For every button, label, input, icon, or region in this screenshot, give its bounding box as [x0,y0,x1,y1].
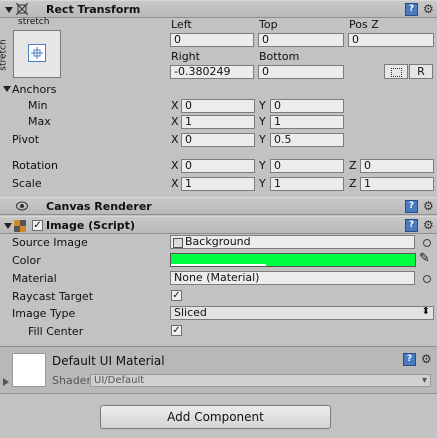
object-picker-icon[interactable] [423,239,431,247]
scale-y-field[interactable]: 1 [270,177,344,191]
pivot-x-field[interactable]: 0 [181,133,255,147]
fill-center-checkbox[interactable]: ✓ [171,325,182,336]
canvas-renderer-title: Canvas Renderer [46,200,152,213]
blueprint-mode-button[interactable] [384,64,408,79]
canvas-renderer-icon [16,201,28,211]
image-type-dropdown[interactable]: Sliced ⬍ [170,306,434,320]
rotation-y-axis-label: Y [259,159,266,172]
material-section: Default UI Material Shader UI/Default ▾ … [0,347,437,394]
object-picker-icon[interactable] [423,275,431,283]
scale-z-axis-label: Z [349,177,357,190]
material-fold-arrow-icon[interactable] [3,378,9,386]
component-enabled-checkbox[interactable]: ✓ [32,220,43,231]
fill-center-label: Fill Center [28,325,84,338]
material-field[interactable]: None (Material) [170,271,415,285]
anchor-preset-icon [28,44,46,62]
max-y-field[interactable]: 1 [270,115,344,129]
anchors-fold-icon[interactable] [3,86,11,92]
image-type-label: Image Type [12,307,76,320]
posz-field[interactable]: 0 [348,33,434,47]
raycast-target-label: Raycast Target [12,290,94,303]
raw-edit-button[interactable]: R [409,64,433,79]
anchor-preset-button[interactable] [13,30,61,78]
scale-y-axis-label: Y [259,177,266,190]
gear-icon[interactable]: ⚙ [423,200,434,212]
left-label: Left [171,18,192,31]
gear-icon[interactable]: ⚙ [423,219,434,231]
pivot-y-field[interactable]: 0.5 [270,133,344,147]
rect-transform-icon [15,2,29,16]
scale-z-field[interactable]: 1 [360,177,434,191]
rect-transform-title: Rect Transform [46,3,141,16]
help-icon[interactable]: ? [405,219,418,232]
max-y-axis-label: Y [259,115,266,128]
anchor-preset-top-label: stretch [18,17,50,27]
pivot-y-axis-label: Y [259,133,266,146]
min-x-field[interactable]: 0 [181,99,255,113]
alpha-bar [171,264,266,266]
left-field[interactable]: 0 [170,33,254,47]
eyedropper-icon[interactable]: ✎ [419,251,430,266]
pivot-x-axis-label: X [171,133,179,146]
min-y-axis-label: Y [259,99,266,112]
bottom-label: Bottom [259,50,300,63]
rotation-label: Rotation [12,159,59,172]
bottom-field[interactable]: 0 [258,65,344,79]
material-preview-thumbnail [12,353,46,387]
material-title: Default UI Material [52,354,165,368]
scale-x-axis-label: X [171,177,179,190]
top-label: Top [259,18,278,31]
anchors-label: Anchors [12,83,57,96]
gear-icon[interactable]: ⚙ [423,3,434,15]
help-icon[interactable]: ? [403,353,416,366]
sprite-icon [173,238,183,248]
scale-label: Scale [12,177,42,190]
image-type-value: Sliced [174,306,207,319]
min-label: Min [28,99,48,112]
max-x-field[interactable]: 1 [181,115,255,129]
rotation-x-field[interactable]: 0 [181,159,255,173]
source-image-field[interactable]: Background [170,235,415,249]
source-image-label: Source Image [12,236,88,249]
top-field[interactable]: 0 [258,33,344,47]
shader-label: Shader [52,374,91,387]
image-script-title: Image (Script) [46,219,135,232]
anchor-preset-side-label: stretch [0,39,9,71]
scale-x-field[interactable]: 1 [181,177,255,191]
dropdown-arrow-icon: ⬍ [421,306,430,317]
pivot-label: Pivot [12,133,40,146]
right-label: Right [171,50,200,63]
help-icon[interactable]: ? [405,200,418,213]
add-component-button[interactable]: Add Component [100,405,331,429]
min-x-axis-label: X [171,99,179,112]
rotation-x-axis-label: X [171,159,179,172]
raycast-target-checkbox[interactable]: ✓ [171,290,182,301]
posz-label: Pos Z [349,18,379,31]
dropdown-arrow-icon: ▾ [421,375,427,386]
max-x-axis-label: X [171,115,179,128]
rect-transform-header[interactable]: Rect Transform ? ⚙ [0,0,437,18]
image-component-icon [14,220,26,232]
color-label: Color [12,254,41,267]
fold-arrow-icon[interactable] [4,223,12,229]
max-label: Max [28,115,51,128]
min-y-field[interactable]: 0 [270,99,344,113]
blueprint-icon [391,68,402,77]
canvas-renderer-header[interactable]: Canvas Renderer ? ⚙ [0,197,437,215]
rotation-z-axis-label: Z [349,159,357,172]
shader-dropdown[interactable]: UI/Default ▾ [90,374,431,387]
help-icon[interactable]: ? [405,3,418,16]
rotation-z-field[interactable]: 0 [360,159,434,173]
fold-arrow-icon[interactable] [5,7,13,13]
gear-icon[interactable]: ⚙ [421,353,432,365]
rotation-y-field[interactable]: 0 [270,159,344,173]
color-field[interactable] [170,253,416,267]
image-script-header[interactable]: ✓ Image (Script) ? ⚙ [0,216,437,234]
right-field[interactable]: -0.380249 [170,65,254,79]
material-label: Material [12,272,57,285]
source-image-value: Background [185,235,251,248]
shader-value: UI/Default [94,375,145,386]
